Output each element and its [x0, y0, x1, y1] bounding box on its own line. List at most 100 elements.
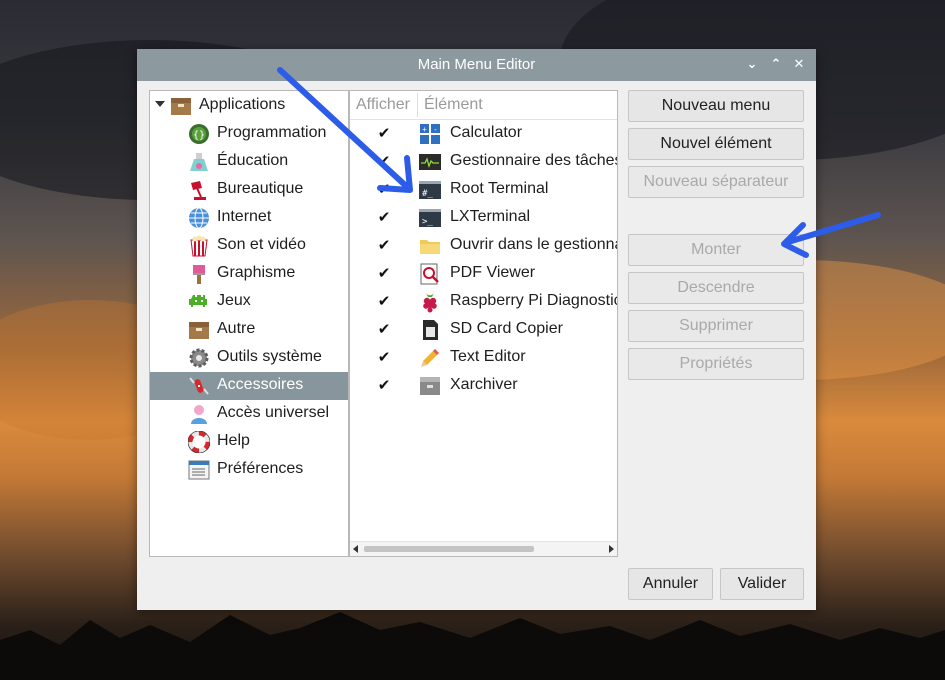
- tree-item-label: Programmation: [217, 124, 327, 141]
- tree-item-internet[interactable]: Internet: [150, 204, 348, 232]
- window-title: Main Menu Editor: [417, 56, 536, 73]
- treeline-silhouette: [0, 612, 945, 680]
- tree-item-acces-universel[interactable]: Accès universel: [150, 400, 348, 428]
- tree-item-help[interactable]: Help: [150, 428, 348, 456]
- close-button[interactable]: ✕: [790, 55, 808, 73]
- tree-item-autre[interactable]: Autre: [150, 316, 348, 344]
- task-manager-icon: [419, 154, 441, 170]
- move-down-button[interactable]: Descendre: [628, 272, 804, 304]
- list-item-label: Gestionnaire des tâches: [450, 152, 618, 169]
- tree-item-label: Internet: [217, 208, 272, 225]
- title-bar[interactable]: Main Menu Editor ⌄ ⌃ ✕: [137, 49, 816, 81]
- menu-tree[interactable]: Applications {} Programmation Éducation …: [149, 90, 349, 557]
- show-checkbox[interactable]: ✔: [376, 266, 392, 282]
- svg-text:>_: >_: [422, 217, 433, 227]
- globe-icon: [189, 207, 209, 229]
- new-item-button[interactable]: Nouvel élément: [628, 128, 804, 160]
- show-checkbox[interactable]: ✔: [376, 322, 392, 338]
- list-item-lxterminal[interactable]: ✔ >_ LXTerminal: [350, 204, 617, 232]
- tree-item-outils-systeme[interactable]: Outils système: [150, 344, 348, 372]
- cancel-button[interactable]: Annuler: [628, 568, 713, 600]
- swiss-knife-icon: [189, 377, 209, 395]
- show-checkbox[interactable]: ✔: [376, 182, 392, 198]
- list-item-label: Root Terminal: [450, 180, 549, 197]
- box-icon: [171, 98, 191, 115]
- minimize-button[interactable]: ⌄: [743, 55, 761, 73]
- tree-item-label: Éducation: [217, 152, 289, 169]
- root-terminal-icon: #_: [419, 181, 441, 199]
- desk-lamp-icon: [191, 181, 206, 200]
- tree-item-label: Jeux: [217, 292, 251, 309]
- show-checkbox[interactable]: ✔: [376, 350, 392, 366]
- list-item-label: Calculator: [450, 124, 523, 141]
- ok-button[interactable]: Valider: [720, 568, 804, 600]
- tree-item-son-et-video[interactable]: Son et vidéo: [150, 232, 348, 260]
- tree-item-preferences[interactable]: Préférences: [150, 456, 348, 484]
- list-item-raspberry-pi-diagnostics[interactable]: ✔ Raspberry Pi Diagnostics: [350, 288, 617, 316]
- show-checkbox[interactable]: ✔: [376, 294, 392, 310]
- tree-item-label: Applications: [199, 96, 286, 113]
- list-item-task-manager[interactable]: ✔ Gestionnaire des tâches: [350, 148, 617, 176]
- scrollbar-thumb[interactable]: [364, 546, 534, 552]
- menu-items-list[interactable]: Afficher Élément ✔ + - Calculator ✔ Gesti…: [349, 90, 618, 557]
- tree-item-label: Accès universel: [217, 404, 330, 421]
- column-header-item[interactable]: Élément: [424, 96, 483, 114]
- tree-item-jeux[interactable]: Jeux: [150, 288, 348, 316]
- delete-button[interactable]: Supprimer: [628, 310, 804, 342]
- scroll-right-arrow-icon[interactable]: [609, 545, 614, 553]
- properties-button[interactable]: Propriétés: [628, 348, 804, 380]
- list-item-label: SD Card Copier: [450, 320, 563, 337]
- tree-item-education[interactable]: Éducation: [150, 148, 348, 176]
- list-item-text-editor[interactable]: ✔ Text Editor: [350, 344, 617, 372]
- list-item-label: Ouvrir dans le gestionnaire: [450, 236, 617, 253]
- maximize-button[interactable]: ⌃: [767, 55, 785, 73]
- tree-item-label: Outils système: [217, 348, 322, 365]
- svg-text:+: +: [422, 125, 427, 134]
- space-invader-icon: [189, 295, 207, 307]
- move-up-button[interactable]: Monter: [628, 234, 804, 266]
- show-checkbox[interactable]: ✔: [376, 378, 392, 394]
- sd-card-icon: [423, 320, 438, 340]
- box-icon: [189, 322, 209, 339]
- list-header: Afficher Élément: [350, 91, 617, 120]
- new-menu-button[interactable]: Nouveau menu: [628, 90, 804, 122]
- tree-item-label: Accessoires: [217, 376, 304, 393]
- show-checkbox[interactable]: ✔: [376, 126, 392, 142]
- svg-text:-: -: [434, 125, 437, 134]
- tree-item-label: Help: [217, 432, 250, 449]
- column-header-show[interactable]: Afficher: [356, 96, 410, 114]
- list-item-label: LXTerminal: [450, 208, 531, 225]
- show-checkbox[interactable]: ✔: [376, 154, 392, 170]
- terminal-icon: >_: [419, 209, 441, 227]
- tree-item-applications[interactable]: Applications: [150, 92, 348, 120]
- list-item-sd-card-copier[interactable]: ✔ SD Card Copier: [350, 316, 617, 344]
- list-item-calculator[interactable]: ✔ + - Calculator: [350, 120, 617, 148]
- tree-item-bureautique[interactable]: Bureautique: [150, 176, 348, 204]
- list-item-pdf-viewer[interactable]: ✔ PDF Viewer: [350, 260, 617, 288]
- list-item-root-terminal[interactable]: ✔ #_ Root Terminal: [350, 176, 617, 204]
- tree-item-label: Bureautique: [217, 180, 304, 197]
- expander-arrow-icon[interactable]: [155, 101, 165, 107]
- preferences-icon: [188, 460, 210, 480]
- tree-item-label: Préférences: [217, 460, 304, 477]
- new-separator-button[interactable]: Nouveau séparateur: [628, 166, 804, 198]
- popcorn-icon: [190, 235, 208, 257]
- archive-icon: [420, 377, 440, 395]
- list-item-open-in-file-manager[interactable]: ✔ Ouvrir dans le gestionnaire: [350, 232, 617, 260]
- lifebuoy-icon: [188, 431, 210, 453]
- list-item-xarchiver[interactable]: ✔ Xarchiver: [350, 372, 617, 400]
- list-item-label: Raspberry Pi Diagnostics: [450, 292, 618, 309]
- main-menu-editor-window: Main Menu Editor ⌄ ⌃ ✕ Applications {} P…: [137, 49, 816, 610]
- accessibility-person-icon: [191, 405, 207, 424]
- tree-item-graphisme[interactable]: Graphisme: [150, 260, 348, 288]
- tree-item-programmation[interactable]: {} Programmation: [150, 120, 348, 148]
- raspberry-icon: [423, 293, 437, 313]
- horizontal-scrollbar[interactable]: [350, 541, 617, 556]
- pencil-icon: [421, 349, 439, 367]
- show-checkbox[interactable]: ✔: [376, 238, 392, 254]
- gear-icon: [189, 348, 209, 368]
- svg-text:#_: #_: [422, 189, 433, 199]
- tree-item-accessoires[interactable]: Accessoires: [150, 372, 348, 400]
- scroll-left-arrow-icon[interactable]: [353, 545, 358, 553]
- show-checkbox[interactable]: ✔: [376, 210, 392, 226]
